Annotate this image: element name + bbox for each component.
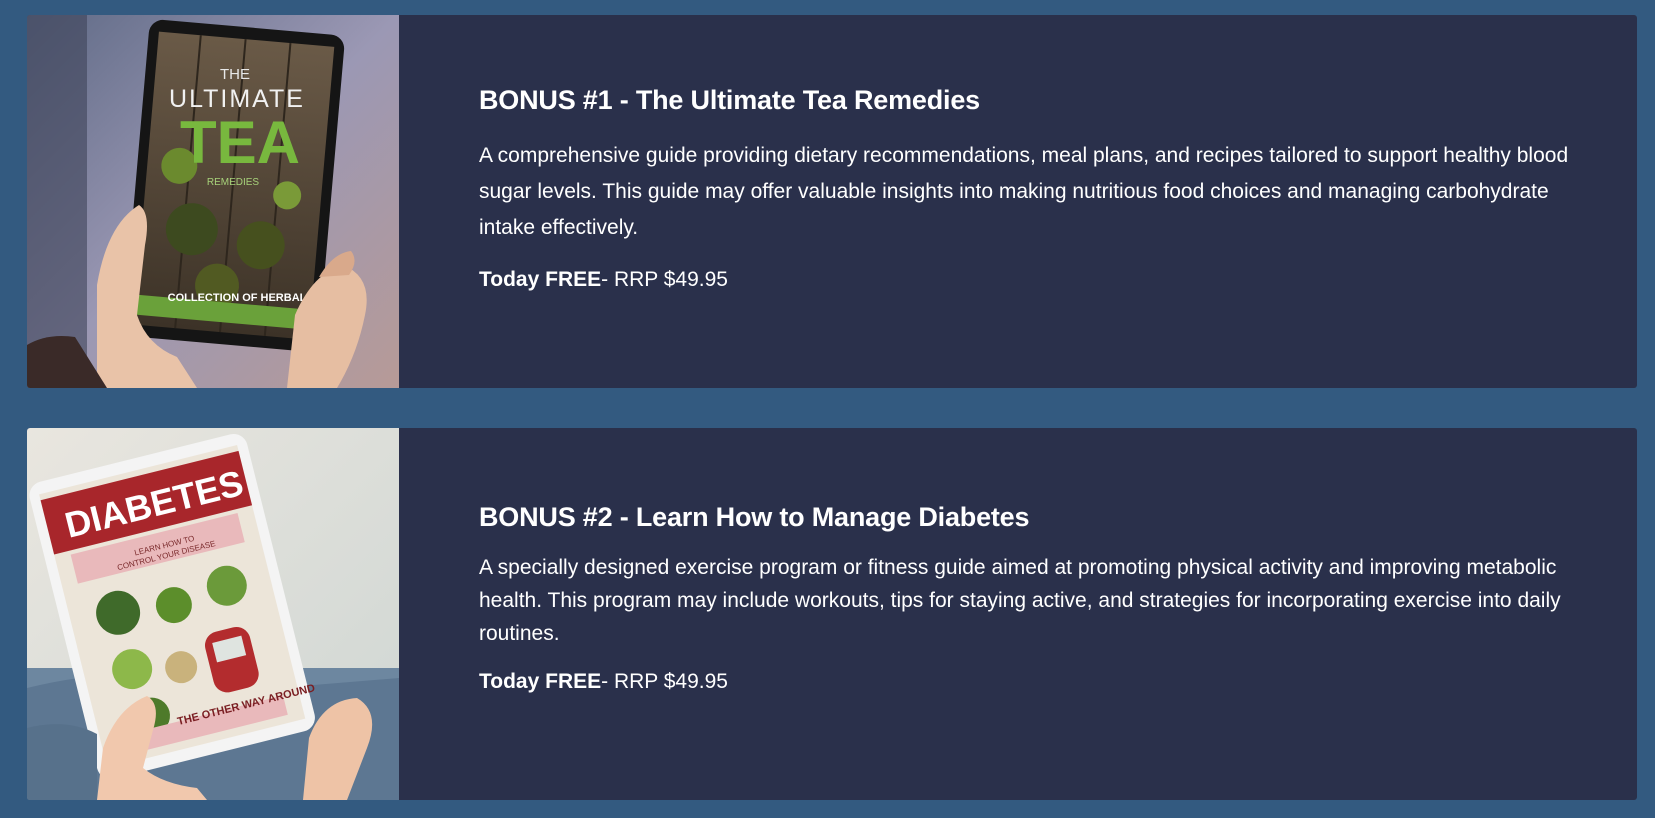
tea-remedies-tablet-illustration: THE ULTIMATE TEA REMEDIES COLLECTION OF … (27, 15, 399, 388)
diabetes-cover-image: DIABETES LEARN HOW TO CONTROL YOUR DISEA… (27, 428, 399, 800)
cover-text-collection: COLLECTION OF HERBAL (168, 292, 307, 304)
bonus-description: A specially designed exercise program or… (479, 556, 1561, 645)
bonus-price: Today FREE- RRP $49.95 (479, 268, 1577, 292)
price-suffix: - RRP $49.95 (601, 670, 728, 693)
price-suffix: - RRP $49.95 (601, 268, 728, 291)
diabetes-tablet-illustration: DIABETES LEARN HOW TO CONTROL YOUR DISEA… (27, 428, 399, 800)
tea-remedies-cover-image: THE ULTIMATE TEA REMEDIES COLLECTION OF … (27, 15, 399, 388)
bonus-card-2: DIABETES LEARN HOW TO CONTROL YOUR DISEA… (27, 428, 1637, 800)
bonus-title: BONUS #1 - The Ultimate Tea Remedies (479, 85, 980, 115)
cover-text-remedies: REMEDIES (207, 177, 260, 188)
bonus-card-1: THE ULTIMATE TEA REMEDIES COLLECTION OF … (27, 15, 1637, 388)
bonus-card-1-content: BONUS #1 - The Ultimate Tea Remedies A c… (399, 15, 1637, 388)
bonus-title: BONUS #2 - Learn How to Manage Diabetes (479, 502, 1030, 532)
price-label: Today FREE (479, 670, 602, 693)
cover-text-tea: TEA (180, 109, 300, 176)
bonus-description: A comprehensive guide providing dietary … (479, 144, 1569, 239)
cover-text-the: THE (220, 66, 250, 83)
price-label: Today FREE (479, 268, 602, 291)
bonus-card-2-content: BONUS #2 - Learn How to Manage Diabetes … (399, 428, 1637, 800)
bonus-price: Today FREE- RRP $49.95 (479, 670, 1577, 694)
